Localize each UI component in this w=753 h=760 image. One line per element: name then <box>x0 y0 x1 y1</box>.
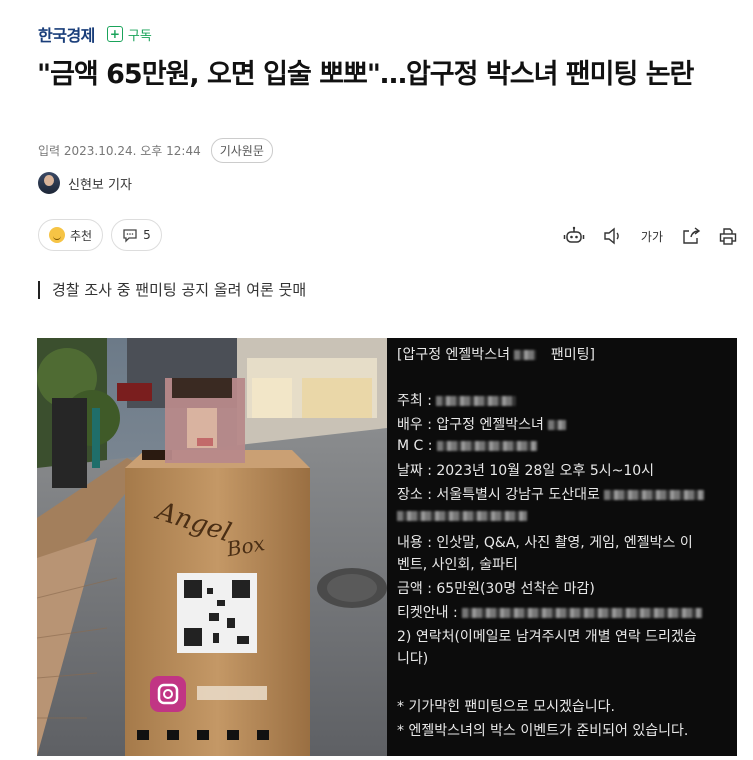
blur-mark <box>397 511 527 521</box>
comments-count: 5 <box>143 228 151 242</box>
published-date: 입력 2023.10.24. 오후 12:44 <box>38 144 201 158</box>
notice-line-contact: 2) 연락처(이메일로 남겨주시면 개별 연락 드리겠습 <box>397 629 697 645</box>
print-icon[interactable] <box>719 227 737 245</box>
notice-line-note-2: * 엔젤박스녀의 박스 이벤트가 준비되어 있습니다. <box>397 723 689 739</box>
notice-line-content-2: 벤트, 사인회, 술파티 <box>397 557 518 573</box>
avatar <box>38 172 60 194</box>
subscribe-label: 구독 <box>127 28 152 44</box>
notice-text: 팬미팅] <box>550 347 595 363</box>
brand-header: 한국경제 + 구독 <box>38 22 152 46</box>
notice-text: 주최 : <box>397 393 432 409</box>
blur-mark <box>514 350 537 360</box>
comment-icon <box>123 229 137 243</box>
notice-text: [압구정 엔젤박스녀 <box>397 347 510 363</box>
original-article-button[interactable]: 기사원문 <box>210 138 273 163</box>
recommend-label: 추천 <box>70 228 93 243</box>
notice-text: M C : <box>397 438 433 454</box>
article-tools: 가가 <box>563 226 737 246</box>
notice-text: 배우 : 압구정 엔젤박스녀 <box>397 417 544 433</box>
notice-line-date: 날짜 : 2023년 10월 28일 오후 5시~10시 <box>397 463 655 479</box>
subscribe-button[interactable]: + 구독 <box>106 25 152 44</box>
notice-text: 장소 : 서울특별시 강남구 도산대로 <box>397 487 600 503</box>
fanmeeting-notice-image: [압구정 엔젤박스녀 팬미팅] 주최 : 배우 : 압구정 엔젤박스녀 M C … <box>387 338 737 756</box>
article-meta: 입력 2023.10.24. 오후 12:44 기사원문 <box>38 138 273 163</box>
action-bar: 추천 5 <box>38 219 162 251</box>
notice-line-content: 내용 : 인삿말, Q&A, 사진 촬영, 게임, 엔젤박스 이 <box>397 535 693 551</box>
notice-line-host: 주최 : <box>397 390 517 410</box>
blur-mark <box>436 441 537 451</box>
article-subtitle: 경찰 조사 중 팬미팅 공지 올려 여론 뭇매 <box>38 281 306 299</box>
notice-line-place: 장소 : 서울특별시 강남구 도산대로 <box>397 484 705 504</box>
notice-line-price: 금액 : 65만원(30명 선착순 마감) <box>397 581 595 597</box>
notice-line-actor: 배우 : 압구정 엔젤박스녀 <box>397 414 567 434</box>
speaker-icon[interactable] <box>603 227 623 245</box>
article-title: "금액 65만원, 오면 입술 뽀뽀"…압구정 박스녀 팬미팅 논란 <box>37 59 694 90</box>
font-size-icon[interactable]: 가가 <box>641 228 663 245</box>
notice-line-note-1: * 기가막힌 팬미팅으로 모시겠습니다. <box>397 699 615 715</box>
blur-mark <box>548 420 567 430</box>
notice-line-title: [압구정 엔젤박스녀 팬미팅] <box>397 344 595 364</box>
notice-line-contact-2: 니다) <box>397 651 429 667</box>
blur-mark <box>604 490 705 500</box>
plus-icon: + <box>106 26 123 42</box>
blur-mark <box>436 396 517 406</box>
street-scene-image: Angel Box <box>37 338 387 756</box>
author-name: 신현보 기자 <box>68 177 132 193</box>
comments-button[interactable]: 5 <box>111 219 162 251</box>
robot-icon[interactable] <box>563 226 585 246</box>
notice-line-address <box>397 508 527 524</box>
blur-mark <box>462 608 703 618</box>
smile-icon <box>49 227 65 243</box>
share-icon[interactable] <box>681 227 701 245</box>
brand-logo[interactable]: 한국경제 <box>38 22 95 46</box>
recommend-button[interactable]: 추천 <box>38 219 104 251</box>
notice-line-mc: M C : <box>397 438 537 454</box>
notice-text: 티켓안내 : <box>397 605 458 621</box>
author-line[interactable]: 신현보 기자 <box>38 172 132 194</box>
notice-line-ticket: 티켓안내 : <box>397 602 703 622</box>
